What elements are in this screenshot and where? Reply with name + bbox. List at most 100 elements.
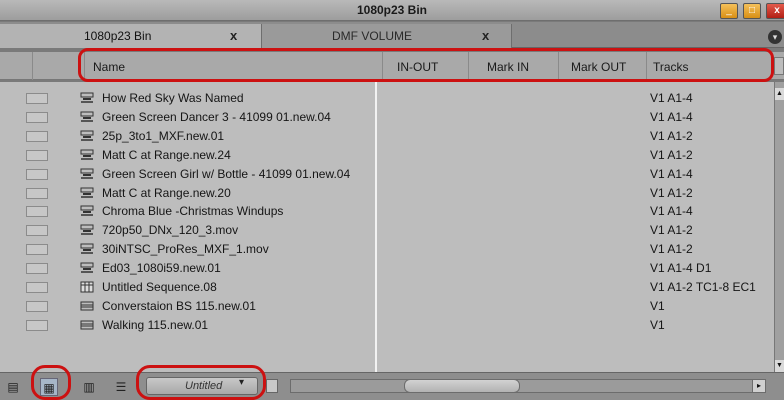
header-name[interactable]: Name — [84, 52, 382, 80]
sequence-icon — [80, 243, 94, 255]
tab-dmf-volume[interactable]: DMF VOLUME x — [262, 24, 512, 48]
item-name: Matt C at Range.new.24 — [102, 147, 231, 162]
header-mark-out[interactable]: Mark OUT — [558, 52, 646, 80]
sequence-icon — [80, 168, 94, 180]
clip-icon — [80, 300, 94, 312]
sequence-icon — [80, 187, 94, 199]
row-select-box[interactable] — [26, 225, 48, 237]
list-item[interactable]: Converstaion BS 115.new.01 V1 — [0, 297, 774, 315]
list-item[interactable]: Matt C at Range.new.20 V1 A1-2 — [0, 184, 774, 202]
window-title-bar[interactable]: 1080p23 Bin _ □ x — [0, 0, 784, 21]
clip-icon — [80, 319, 94, 331]
list-item[interactable]: Green Screen Girl w/ Bottle - 41099 01.n… — [0, 165, 774, 183]
chevron-down-icon: ▾ — [239, 377, 245, 388]
item-tracks: V1 A1-4 — [650, 166, 693, 181]
sequence-icon — [80, 111, 94, 123]
item-name: Converstaion BS 115.new.01 — [102, 298, 256, 313]
sequence-icon — [80, 205, 94, 217]
item-tracks: V1 A1-4 — [650, 91, 693, 105]
row-select-box[interactable] — [26, 130, 48, 142]
item-name: 25p_3to1_MXF.new.01 — [102, 128, 225, 143]
item-tracks: V1 A1-2 TC1-8 EC1 — [650, 280, 756, 294]
text-view-icon[interactable]: ▦ — [40, 378, 58, 396]
row-select-box[interactable] — [26, 282, 48, 293]
item-tracks: V1 — [650, 317, 665, 332]
script-view-icon[interactable]: ▥ — [80, 378, 98, 396]
sequence-icon — [80, 149, 94, 161]
item-tracks: V1 A1-4 — [650, 204, 693, 219]
item-name: Chroma Blue -Christmas Windups — [102, 204, 284, 219]
bin-view-label: Untitled — [185, 380, 223, 392]
view-options-button[interactable] — [266, 379, 278, 393]
tab-label: DMF VOLUME — [332, 29, 413, 43]
tab-bar: 1080p23 Bin x DMF VOLUME x ▾ — [0, 22, 784, 48]
item-name: Green Screen Girl w/ Bottle - 41099 01.n… — [102, 166, 351, 181]
bin-item-list[interactable]: How Red Sky Was Named V1 A1-4 Green Screen… — [0, 82, 774, 372]
header-scroll-handle[interactable] — [774, 57, 784, 75]
sequence-icon — [80, 92, 94, 104]
list-item[interactable]: 25p_3to1_MXF.new.01 V1 A1-2 — [0, 127, 774, 145]
header-icon-column[interactable] — [32, 52, 82, 80]
row-select-box[interactable] — [26, 319, 48, 331]
scroll-right-icon[interactable]: ▸ — [752, 379, 766, 393]
row-select-box[interactable] — [26, 300, 48, 312]
row-select-box[interactable] — [26, 206, 48, 218]
item-tracks: V1 A1-2 — [650, 185, 693, 200]
list-item[interactable]: Untitled Sequence.08 V1 A1-2 TC1-8 EC1 — [0, 278, 774, 296]
scroll-down-icon[interactable]: ▼ — [775, 360, 784, 372]
header-mark-in[interactable]: Mark IN — [468, 52, 558, 80]
sequence-icon — [80, 224, 94, 236]
row-select-box[interactable] — [26, 187, 48, 199]
item-name: 720p50_DNx_120_3.mov — [102, 223, 239, 238]
item-tracks: V1 A1-4 D1 — [650, 261, 712, 276]
item-name: How Red Sky Was Named — [102, 91, 244, 105]
list-item[interactable]: Chroma Blue -Christmas Windups V1 A1-4 — [0, 202, 774, 220]
item-name: 30iNTSC_ProRes_MXF_1.mov — [102, 242, 269, 257]
item-name: Walking 115.new.01 — [102, 317, 209, 332]
tab-close-icon[interactable]: x — [482, 28, 489, 43]
minimize-button[interactable]: _ — [720, 3, 738, 19]
list-item[interactable]: Matt C at Range.new.24 V1 A1-2 — [0, 146, 774, 164]
list-item[interactable]: Green Screen Dancer 3 - 41099 01.new.04 V… — [0, 108, 774, 126]
item-tracks: V1 A1-2 — [650, 128, 693, 143]
tab-menu-icon[interactable]: ▾ — [768, 30, 782, 44]
list-item[interactable]: Ed03_1080i59.new.01 V1 A1-4 D1 — [0, 259, 774, 277]
item-name: Green Screen Dancer 3 - 41099 01.new.04 — [102, 109, 331, 124]
list-item[interactable]: 30iNTSC_ProRes_MXF_1.mov V1 A1-2 — [0, 240, 774, 258]
tab-1080p23-bin[interactable]: 1080p23 Bin x — [0, 24, 262, 48]
row-select-box[interactable] — [26, 263, 48, 275]
horizontal-scroll-track[interactable] — [290, 379, 760, 393]
column-divider[interactable] — [375, 82, 377, 372]
bin-view-select[interactable]: Untitled ▾ — [146, 377, 258, 395]
item-tracks: V1 A1-2 — [650, 223, 693, 238]
list-item[interactable]: 720p50_DNx_120_3.mov V1 A1-2 — [0, 221, 774, 239]
header-tracks[interactable]: Tracks — [646, 52, 772, 80]
item-tracks: V1 A1-4 — [650, 109, 693, 124]
close-window-button[interactable]: x — [766, 3, 784, 19]
sequence-icon — [80, 262, 94, 274]
item-tracks: V1 — [650, 298, 665, 313]
tab-close-icon[interactable]: x — [230, 28, 237, 43]
item-name: Matt C at Range.new.20 — [102, 185, 231, 200]
maximize-button[interactable]: □ — [743, 3, 761, 19]
item-name: Ed03_1080i59.new.01 — [102, 261, 221, 276]
header-select-column[interactable] — [0, 52, 32, 80]
row-select-box[interactable] — [26, 111, 48, 123]
sequence-table-icon — [80, 281, 94, 293]
header-in-out[interactable]: IN-OUT — [382, 52, 468, 80]
row-select-box[interactable] — [26, 244, 48, 256]
list-item[interactable]: Walking 115.new.01 V1 — [0, 316, 774, 334]
horizontal-scroll-thumb[interactable] — [404, 379, 520, 393]
row-select-box[interactable] — [26, 93, 48, 104]
frame-view-icon[interactable]: ▤ — [4, 378, 22, 396]
item-name: Untitled Sequence.08 — [102, 280, 217, 294]
row-select-box[interactable] — [26, 149, 48, 161]
window-title: 1080p23 Bin — [356, 3, 428, 17]
row-select-box[interactable] — [26, 168, 48, 180]
list-item[interactable]: How Red Sky Was Named V1 A1-4 — [0, 89, 774, 107]
tab-label: 1080p23 Bin — [84, 29, 152, 43]
storyboard-view-icon[interactable]: ☰ — [112, 378, 130, 396]
vertical-scrollbar[interactable]: ▲ ▼ — [774, 82, 784, 372]
column-header-row: Name IN-OUT Mark IN Mark OUT Tracks — [0, 52, 784, 80]
scroll-up-icon[interactable]: ▲ — [775, 88, 784, 100]
